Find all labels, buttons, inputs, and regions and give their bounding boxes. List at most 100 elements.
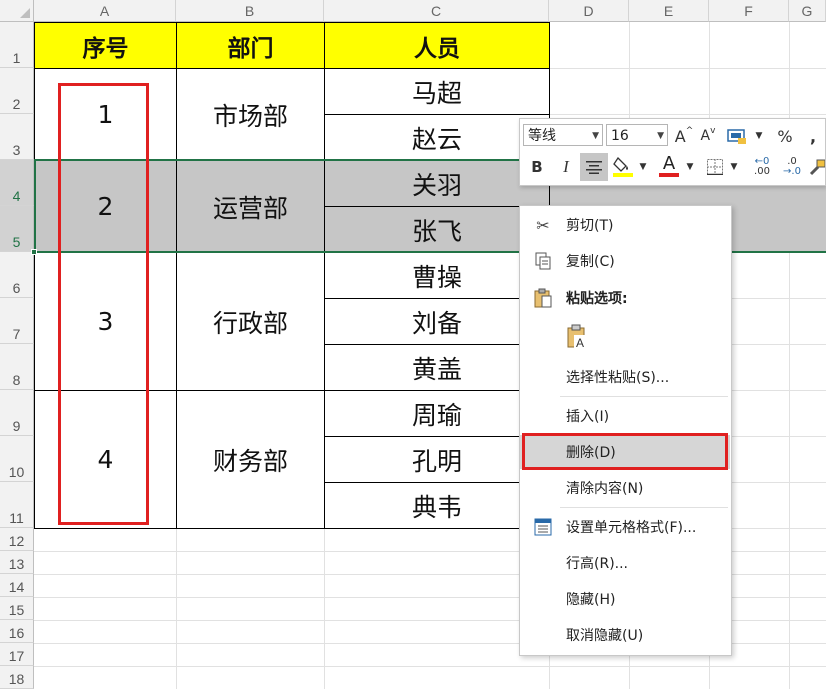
chevron-down-icon[interactable]: ▼ [637, 155, 649, 179]
header-cell-dept[interactable]: 部门 [176, 22, 325, 69]
column-header-d[interactable]: D [549, 0, 629, 22]
arrow-right-icon: →.0 [783, 166, 801, 177]
menu-item-label: 行高(R)... [566, 556, 629, 572]
dept-cell[interactable]: 财务部 [176, 390, 325, 529]
row-header[interactable]: 9 [0, 390, 34, 436]
menu-item-label: 选择性粘贴(S)... [566, 370, 670, 386]
borders-button[interactable] [704, 155, 726, 179]
row-header[interactable]: 18 [0, 666, 34, 689]
row-header[interactable]: 14 [0, 574, 34, 597]
menu-item-label: 粘贴选项: [566, 291, 628, 307]
menu-item-unhide[interactable]: 取消隐藏(U) [520, 618, 730, 652]
person-cell[interactable]: 典韦 [324, 482, 550, 529]
italic-icon: I [563, 157, 569, 176]
bold-button[interactable]: B [527, 155, 547, 179]
row-header[interactable]: 1 [0, 22, 34, 68]
column-header-f[interactable]: F [709, 0, 789, 22]
row-header[interactable]: 13 [0, 551, 34, 574]
chevron-down-icon[interactable]: ▼ [752, 124, 766, 148]
menu-separator [560, 507, 728, 508]
row-header[interactable]: 4 [0, 160, 34, 206]
row-header[interactable]: 8 [0, 344, 34, 390]
accounting-icon [727, 129, 746, 144]
dept-cell[interactable]: 行政部 [176, 252, 325, 391]
menu-separator [560, 396, 728, 397]
header-cell-people[interactable]: 人员 [324, 22, 550, 69]
align-center-icon [586, 161, 602, 174]
row-header[interactable]: 6 [0, 252, 34, 298]
menu-item-label: 剪切(T) [566, 218, 614, 234]
person-cell[interactable]: 孔明 [324, 436, 550, 483]
row-header[interactable]: 3 [0, 114, 34, 160]
menu-item-paste-options: 粘贴选项: [520, 281, 730, 315]
row-header[interactable]: 7 [0, 298, 34, 344]
row-header[interactable]: 12 [0, 528, 34, 551]
decrease-decimal-button[interactable]: .0 →.0 [778, 153, 806, 181]
menu-item-copy[interactable]: 复制(C) [520, 244, 730, 278]
menu-item-insert[interactable]: 插入(I) [520, 399, 730, 433]
column-header-b[interactable]: B [176, 0, 324, 22]
gridline [324, 528, 325, 689]
paste-values-button[interactable]: A [566, 324, 592, 350]
header-cell-index[interactable]: 序号 [34, 22, 177, 69]
menu-item-row-height[interactable]: 行高(R)... [520, 546, 730, 580]
font-name-combo[interactable]: 等线 ▼ [523, 124, 603, 146]
svg-text:A: A [576, 336, 584, 350]
row-header[interactable]: 11 [0, 482, 34, 528]
row-header[interactable]: 15 [0, 597, 34, 620]
fill-color-button[interactable] [611, 153, 635, 179]
chevron-down-icon[interactable]: ▼ [684, 155, 696, 179]
row-header[interactable]: 2 [0, 68, 34, 114]
percent-icon: % [777, 126, 793, 146]
menu-item-paste-special[interactable]: 选择性粘贴(S)... [520, 360, 730, 394]
grow-font-icon: A [674, 126, 686, 146]
shrink-font-button[interactable]: Av [698, 124, 718, 148]
border-grid-icon [707, 159, 723, 175]
person-cell[interactable]: 曹操 [324, 252, 550, 299]
menu-item-hide[interactable]: 隐藏(H) [520, 582, 730, 616]
fill-handle[interactable] [31, 249, 37, 255]
clipboard-icon [532, 287, 554, 309]
increase-decimal-icon: .00 [754, 166, 770, 177]
column-header-a[interactable]: A [34, 0, 176, 22]
row-header[interactable]: 10 [0, 436, 34, 482]
italic-button[interactable]: I [556, 155, 576, 179]
font-size-combo[interactable]: 16 ▼ [606, 124, 668, 146]
row-header[interactable]: 16 [0, 620, 34, 643]
person-cell[interactable]: 赵云 [324, 114, 550, 161]
font-color-icon: A [662, 152, 676, 174]
person-cell[interactable]: 刘备 [324, 298, 550, 345]
format-cells-icon [532, 516, 554, 538]
accounting-format-button[interactable] [724, 124, 750, 148]
font-name-value: 等线 [528, 128, 556, 144]
menu-item-label: 清除内容(N) [566, 481, 644, 497]
person-cell[interactable]: 马超 [324, 68, 550, 115]
copy-icon [532, 250, 554, 272]
person-cell[interactable]: 黄盖 [324, 344, 550, 391]
chevron-down-icon[interactable]: ▼ [728, 155, 740, 179]
menu-item-clear-contents[interactable]: 清除内容(N) [520, 471, 730, 505]
row-header[interactable]: 5 [0, 206, 34, 252]
font-color-swatch [659, 173, 679, 177]
center-align-button[interactable] [580, 153, 608, 181]
person-cell[interactable]: 周瑜 [324, 390, 550, 437]
dept-cell[interactable]: 市场部 [176, 68, 325, 161]
font-size-value: 16 [611, 128, 629, 144]
format-painter-button[interactable] [808, 153, 826, 181]
column-header-g[interactable]: G [789, 0, 826, 22]
column-header-e[interactable]: E [629, 0, 709, 22]
comma-style-button[interactable]: , [804, 124, 822, 148]
grow-font-button[interactable]: A ^ [674, 124, 694, 148]
menu-item-label: 设置单元格格式(F)... [566, 520, 697, 536]
select-all-corner[interactable] [0, 0, 34, 22]
row-header[interactable]: 17 [0, 643, 34, 666]
paste-clipboard-icon: A [567, 324, 588, 350]
paint-bucket-icon [613, 156, 633, 177]
annotation-box [522, 433, 728, 470]
menu-item-format-cells[interactable]: 设置单元格格式(F)... [520, 510, 730, 544]
percent-style-button[interactable]: % [774, 124, 796, 148]
bold-icon: B [531, 158, 543, 176]
column-header-c[interactable]: C [324, 0, 549, 22]
increase-decimal-button[interactable]: ←0 .00 [748, 153, 776, 181]
menu-item-cut[interactable]: ✂ 剪切(T) [520, 208, 730, 242]
